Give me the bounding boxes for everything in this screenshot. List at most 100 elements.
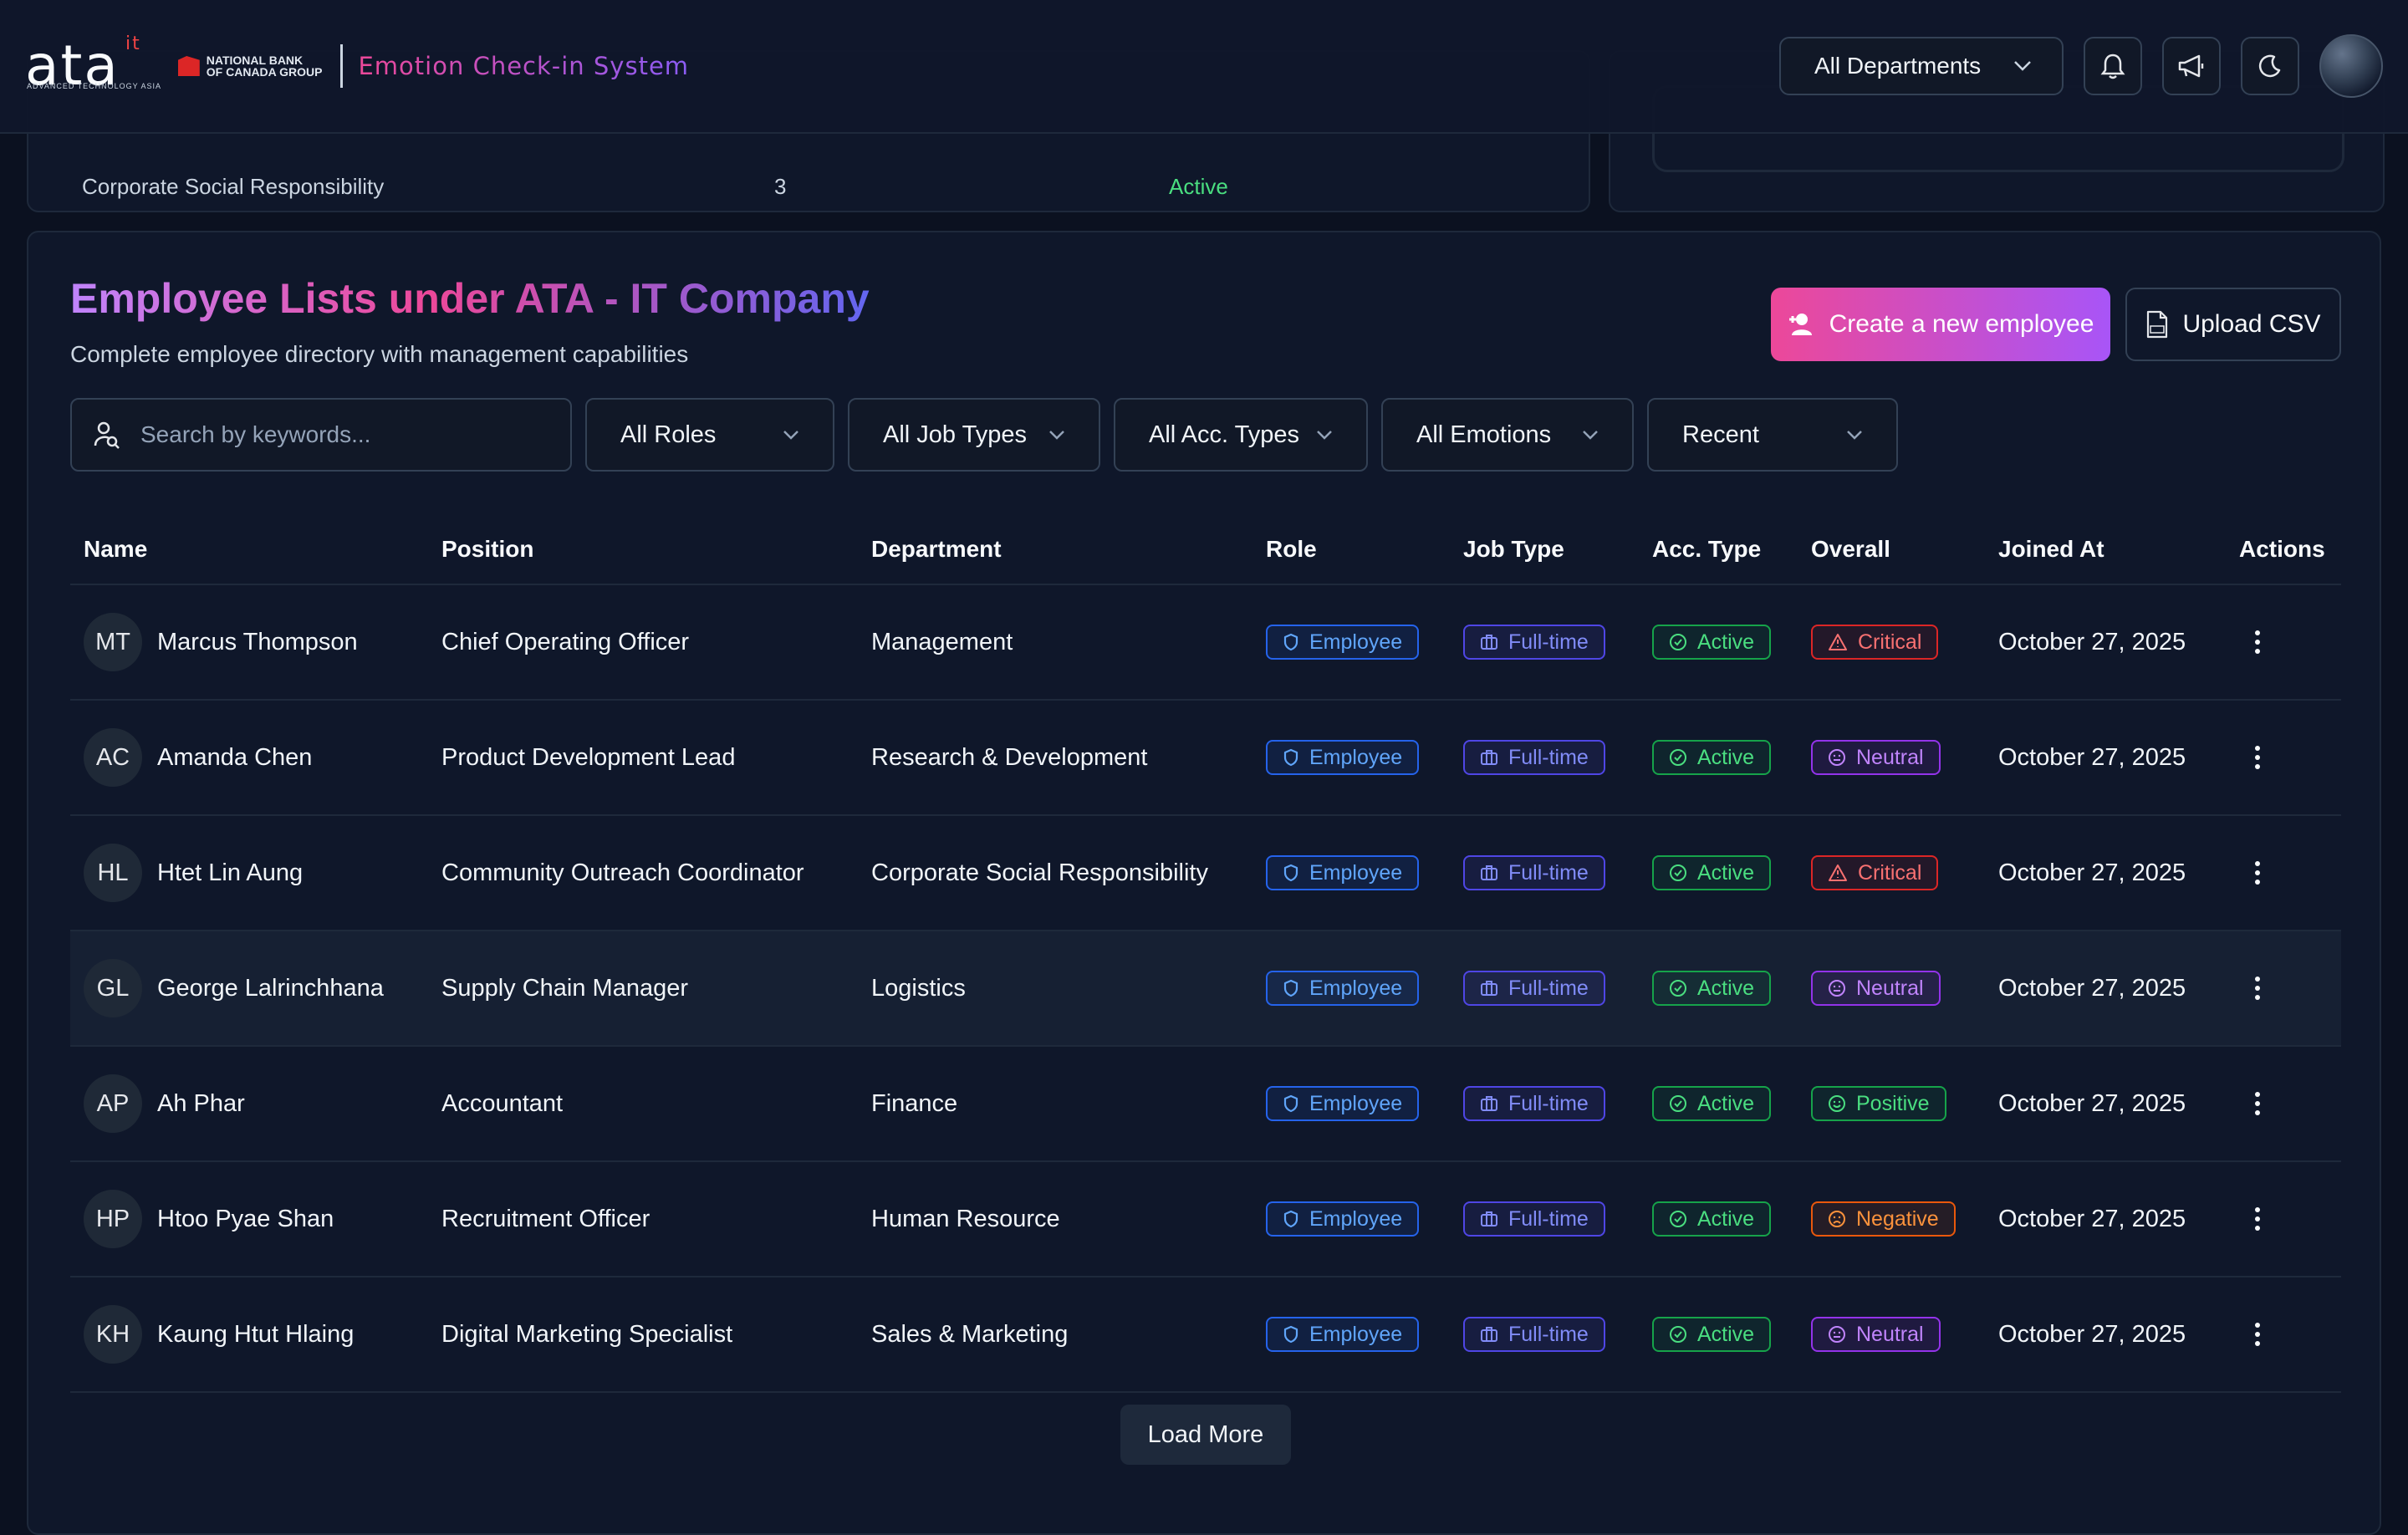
overall-emotion-badge: Positive <box>1811 1086 1946 1121</box>
job-type-cell: Full-time <box>1463 816 1605 930</box>
job-type-badge: Full-time <box>1463 971 1605 1006</box>
job-type-badge-label: Full-time <box>1508 976 1589 1000</box>
role-badge-label: Employee <box>1309 1322 1403 1346</box>
overall-cell: Neutral <box>1811 931 1941 1045</box>
user-avatar[interactable] <box>2319 34 2383 98</box>
shield-icon <box>1283 1325 1299 1344</box>
table-row[interactable]: AC Amanda Chen Product Development Lead … <box>70 701 2341 816</box>
employee-name: Ah Phar <box>157 1089 245 1117</box>
row-actions-button[interactable] <box>2241 585 2274 699</box>
briefcase-icon <box>1480 1095 1498 1112</box>
job-type-cell: Full-time <box>1463 1162 1605 1276</box>
role-badge: Employee <box>1266 625 1420 660</box>
page-subtitle: Complete employee directory with managem… <box>70 341 689 367</box>
search-box[interactable] <box>70 398 572 472</box>
column-header-acc-type[interactable]: Acc. Type <box>1652 515 1761 584</box>
check-circle-icon <box>1669 864 1687 882</box>
status-badge-label: Active <box>1697 1322 1755 1346</box>
emotions-filter[interactable]: All Emotions <box>1381 398 1634 472</box>
more-vertical-icon <box>2241 630 2274 654</box>
overall-emotion-badge: Neutral <box>1811 740 1941 775</box>
check-circle-icon <box>1669 1210 1687 1228</box>
megaphone-icon <box>2177 54 2206 79</box>
row-actions-button[interactable] <box>2241 1162 2274 1276</box>
logo-tagline: ADVANCED TECHNOLOGY ASIA <box>27 82 162 90</box>
employee-avatar: HP <box>84 1190 142 1248</box>
chevron-down-icon <box>2013 60 2032 72</box>
employee-department: Logistics <box>871 974 966 1002</box>
table-row[interactable]: HP Htoo Pyae Shan Recruitment Officer Hu… <box>70 1162 2341 1277</box>
briefcase-icon <box>1480 1211 1498 1227</box>
status-badge: Active <box>1652 855 1772 890</box>
job-type-badge: Full-time <box>1463 1201 1605 1237</box>
column-header-name[interactable]: Name <box>84 515 147 584</box>
acc-types-filter[interactable]: All Acc. Types <box>1114 398 1368 472</box>
chevron-down-icon <box>1316 430 1333 440</box>
department-summary-status: Active <box>1169 174 1228 199</box>
status-badge: Active <box>1652 740 1772 775</box>
top-navigation-bar: ata it ADVANCED TECHNOLOGY ASIA NATIONAL … <box>0 0 2408 134</box>
warning-icon <box>1828 633 1848 651</box>
column-header-joined-at[interactable]: Joined At <box>1998 515 2104 584</box>
overall-emotion-badge: Critical <box>1811 855 1939 890</box>
column-header-department[interactable]: Department <box>871 515 1002 584</box>
job-type-cell: Full-time <box>1463 701 1605 814</box>
role-badge: Employee <box>1266 1201 1420 1237</box>
roles-filter[interactable]: All Roles <box>585 398 834 472</box>
shield-icon <box>1283 979 1299 997</box>
joined-at: October 27, 2025 <box>1998 974 2186 1002</box>
table-row[interactable]: MT Marcus Thompson Chief Operating Offic… <box>70 585 2341 701</box>
employee-name-cell: HP Htoo Pyae Shan <box>84 1162 334 1276</box>
employee-position: Recruitment Officer <box>441 1205 650 1232</box>
search-input[interactable] <box>139 421 543 449</box>
role-badge: Employee <box>1266 1086 1420 1121</box>
joined-at: October 27, 2025 <box>1998 1089 2186 1117</box>
warning-icon <box>1828 864 1848 882</box>
job-type-badge: Full-time <box>1463 1317 1605 1352</box>
row-actions-button[interactable] <box>2241 931 2274 1045</box>
sort-filter[interactable]: Recent <box>1647 398 1898 472</box>
table-header: Name Position Department Role Job Type A… <box>70 515 2341 585</box>
create-employee-button[interactable]: Create a new employee <box>1771 288 2110 361</box>
overall-emotion-badge: Critical <box>1811 625 1939 660</box>
check-circle-icon <box>1669 748 1687 767</box>
table-row[interactable]: HL Htet Lin Aung Community Outreach Coor… <box>70 816 2341 931</box>
job-type-badge-label: Full-time <box>1508 1322 1589 1346</box>
notifications-button[interactable] <box>2084 37 2142 95</box>
theme-toggle-button[interactable] <box>2241 37 2299 95</box>
acc-type-cell: Active <box>1652 1277 1772 1391</box>
announcements-button[interactable] <box>2162 37 2221 95</box>
briefcase-icon <box>1480 634 1498 650</box>
job-type-badge-label: Full-time <box>1508 1091 1589 1115</box>
table-row[interactable]: KH Kaung Htut Hlaing Digital Marketing S… <box>70 1277 2341 1393</box>
row-actions-button[interactable] <box>2241 1277 2274 1391</box>
column-header-position[interactable]: Position <box>441 515 533 584</box>
role-badge-label: Employee <box>1309 630 1403 654</box>
table-row[interactable]: AP Ah Phar Accountant Finance Employee F… <box>70 1047 2341 1162</box>
employee-name: Htet Lin Aung <box>157 859 304 886</box>
department-select[interactable]: All Departments <box>1779 37 2064 95</box>
employee-position: Digital Marketing Specialist <box>441 1320 733 1348</box>
upload-csv-button[interactable]: Upload CSV <box>2125 288 2341 361</box>
role-cell: Employee <box>1266 1047 1420 1160</box>
table-body: MT Marcus Thompson Chief Operating Offic… <box>70 585 2341 1393</box>
job-type-badge-label: Full-time <box>1508 745 1589 769</box>
load-more-button[interactable]: Load More <box>1120 1405 1291 1465</box>
employee-department: Corporate Social Responsibility <box>871 859 1208 886</box>
table-row[interactable]: GL George Lalrinchhana Supply Chain Mana… <box>70 931 2341 1047</box>
job-type-cell: Full-time <box>1463 1277 1605 1391</box>
neutral-face-icon <box>1828 1325 1846 1344</box>
row-actions-button[interactable] <box>2241 701 2274 814</box>
role-badge: Employee <box>1266 1317 1420 1352</box>
smile-icon <box>1828 1094 1846 1113</box>
column-header-job-type[interactable]: Job Type <box>1463 515 1564 584</box>
row-actions-button[interactable] <box>2241 1047 2274 1160</box>
column-header-role[interactable]: Role <box>1266 515 1317 584</box>
row-actions-button[interactable] <box>2241 816 2274 930</box>
employee-avatar: MT <box>84 613 142 671</box>
column-header-overall[interactable]: Overall <box>1811 515 1890 584</box>
more-vertical-icon <box>2241 1207 2274 1231</box>
upload-csv-label: Upload CSV <box>2182 310 2321 338</box>
job-types-filter[interactable]: All Job Types <box>848 398 1100 472</box>
job-type-badge: Full-time <box>1463 740 1605 775</box>
